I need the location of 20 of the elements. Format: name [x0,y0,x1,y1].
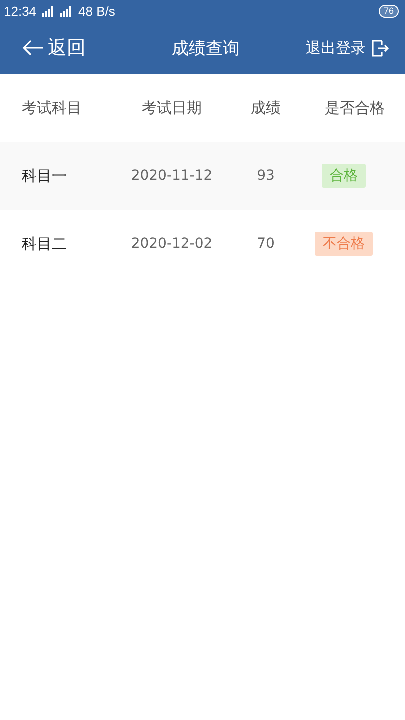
back-button[interactable]: 返回 [22,35,86,61]
result-badge: 不合格 [315,232,373,256]
logout-icon [372,40,389,56]
subject-cell-text: 科目一 [22,166,68,186]
logout-button[interactable]: 退出登录 [306,38,389,58]
column-header: 成绩 [250,98,282,118]
column-header: 是否合格 [324,98,386,118]
result-badge: 合格 [322,164,366,188]
column-header: 考试科目 [22,98,83,118]
subject-cell-text: 科目二 [22,234,68,254]
network-speed: 48 B/s [78,4,116,18]
score-cell-text: 70 [256,236,276,252]
back-arrow-icon [22,39,44,57]
column-header: 考试日期 [141,98,203,118]
date-cell-text: 2020-12-02 [130,236,214,252]
battery-level: 76 [378,4,399,18]
score-cell-text: 93 [256,168,276,184]
date-cell-text: 2020-11-12 [130,168,214,184]
page-title: 成绩查询 [171,38,241,60]
status-time: 12:34 [4,4,37,18]
